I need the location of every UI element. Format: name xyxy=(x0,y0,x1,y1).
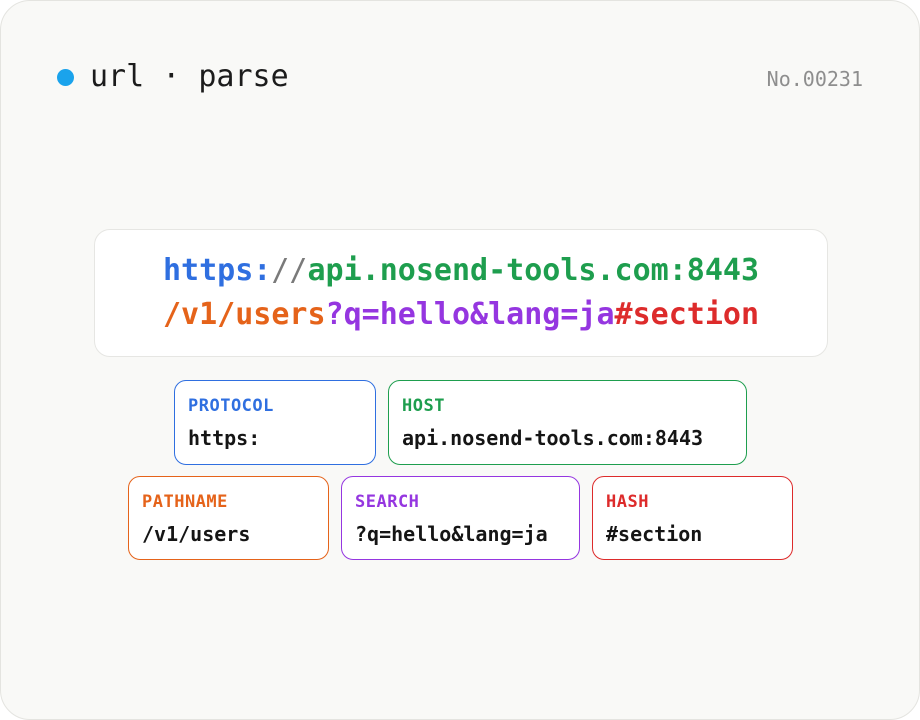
pathname-value: /v1/users xyxy=(142,522,251,546)
host-label: HOST xyxy=(402,396,445,416)
status-dot xyxy=(57,69,74,86)
protocol-part: PROTOCOL https: xyxy=(174,380,376,465)
protocol-label: PROTOCOL xyxy=(188,396,274,416)
hash-part: HASH #section xyxy=(592,476,793,560)
search-value: ?q=hello&lang=ja xyxy=(355,522,548,546)
url-line-1: https://api.nosend-tools.com:8443 xyxy=(163,249,759,293)
protocol-value: https: xyxy=(188,426,261,450)
pathname-label: PATHNAME xyxy=(142,492,228,512)
url-host-segment: api.nosend-tools.com:8443 xyxy=(307,253,760,288)
url-pathname-segment: /v1/users xyxy=(162,297,326,332)
url-display: https://api.nosend-tools.com:8443 /v1/us… xyxy=(94,229,828,357)
url-slashes-segment: // xyxy=(271,253,308,288)
hash-label: HASH xyxy=(606,492,649,512)
host-value: api.nosend-tools.com:8443 xyxy=(402,426,704,450)
search-label: SEARCH xyxy=(355,492,420,512)
record-number: No.00231 xyxy=(766,67,863,91)
url-protocol-segment: https: xyxy=(162,253,272,288)
url-line-2: /v1/users?q=hello&lang=ja#section xyxy=(163,293,759,337)
card: url · parse No.00231 https://api.nosend-… xyxy=(0,0,920,720)
host-part: HOST api.nosend-tools.com:8443 xyxy=(388,380,747,465)
url-hash-segment: #section xyxy=(614,297,760,332)
pathname-part: PATHNAME /v1/users xyxy=(128,476,329,560)
search-part: SEARCH ?q=hello&lang=ja xyxy=(341,476,580,560)
hash-value: #section xyxy=(606,522,703,546)
page-title: url · parse xyxy=(90,59,289,94)
url-search-segment: ?q=hello&lang=ja xyxy=(325,297,615,332)
